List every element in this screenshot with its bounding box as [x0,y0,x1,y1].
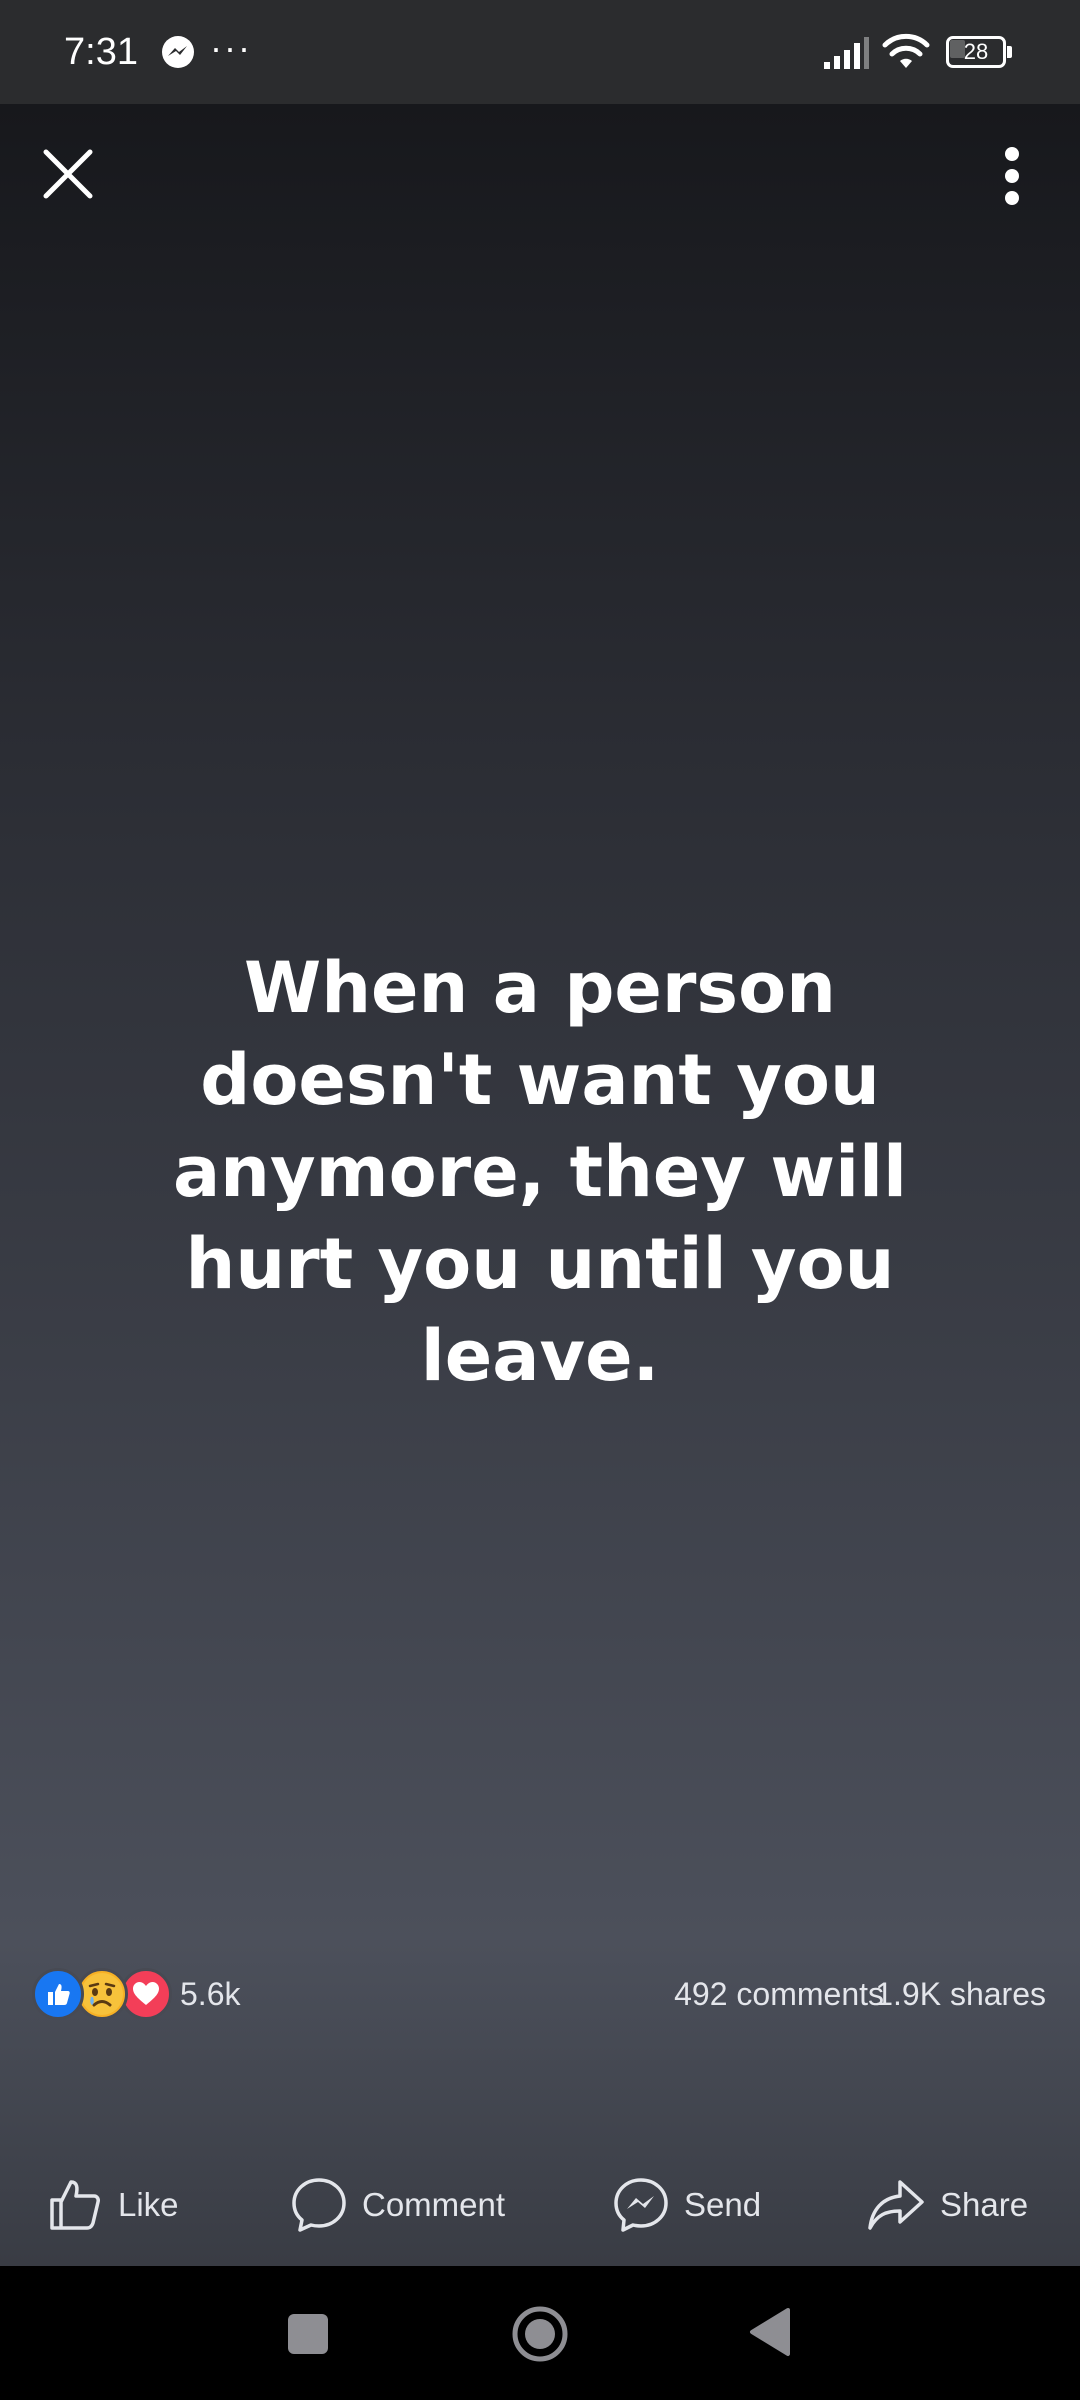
comment-button[interactable]: Comment [290,2170,505,2240]
like-button[interactable]: Like [46,2170,179,2240]
battery-level: 28 [963,39,989,64]
battery-icon: 28 [946,36,1012,68]
send-label: Send [684,2186,762,2223]
recents-icon[interactable] [288,2314,328,2354]
status-overflow: ··· [210,27,252,68]
close-button[interactable] [36,142,100,206]
post-viewer: When a person doesn't want you anymore, … [0,104,1080,2266]
signal-icon [824,37,869,69]
comments-count[interactable]: 492 comments [674,1974,884,2014]
messenger-send-icon [614,2178,668,2232]
comment-label: Comment [362,2186,506,2223]
shares-count[interactable]: 1.9K shares [875,1974,1046,2014]
messenger-icon [162,36,194,68]
home-icon[interactable] [510,2304,570,2364]
like-label: Like [118,2186,179,2223]
status-bar: 7:31 ··· 28 [0,0,1080,104]
share-label: Share [940,2186,1029,2223]
system-nav-bar [0,2266,1080,2400]
reaction-count[interactable]: 5.6k [180,1974,240,2014]
comment-icon [292,2178,346,2232]
close-icon [43,149,93,199]
post-actions: Like Comment Send Share [0,2150,1080,2260]
reaction-icons[interactable] [32,1968,172,2022]
more-vertical-icon [1005,147,1019,205]
more-options-button[interactable] [980,140,1044,212]
status-time: 7:31 [64,31,138,73]
back-icon[interactable] [748,2306,792,2358]
wifi-icon [882,33,930,68]
like-reaction-icon [32,1968,84,2020]
post-text: When a person doesn't want you anymore, … [172,947,908,1397]
send-button[interactable]: Send [612,2170,761,2240]
share-arrow-icon [868,2180,924,2230]
share-button[interactable]: Share [866,2170,1028,2240]
thumbs-up-icon [50,2180,100,2230]
reactions-summary: 5.6k 492 comments 1.9K shares [0,1960,1080,2030]
